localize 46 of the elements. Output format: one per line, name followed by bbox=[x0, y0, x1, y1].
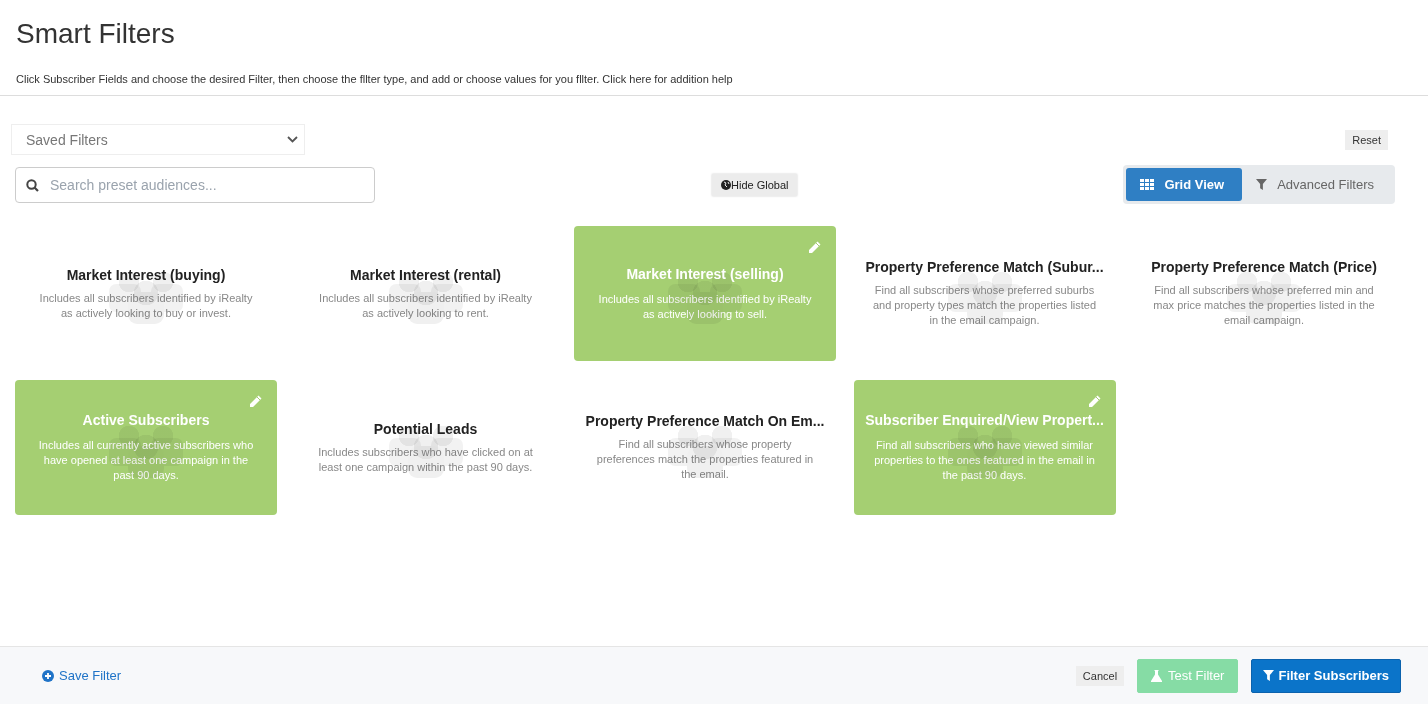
card-description: Includes all currently active subscribers who have opened at least one campaign in the past 90 days. bbox=[37, 438, 255, 483]
hide-global-button[interactable]: Hide Global bbox=[712, 173, 798, 196]
pencil-icon[interactable] bbox=[248, 394, 263, 409]
filter-card[interactable]: Potential Leads Includes subscribers who have clicked on at least one campaign within the past 90 days. bbox=[294, 380, 557, 515]
card-title: Potential Leads bbox=[373, 420, 478, 437]
filter-icon bbox=[1256, 179, 1268, 190]
card-title: Subscriber Enquired/View Propert... bbox=[865, 412, 1104, 428]
filter-card[interactable]: Property Preference Match (Price) Find all subscribers whose preferred min and max price matches the properties listed in the email campaign. bbox=[1133, 226, 1395, 361]
card-description: Find all subscribers who have viewed similar properties to the ones featured in the email in the past 90 days. bbox=[873, 438, 1096, 483]
chevron-down-icon bbox=[287, 136, 298, 143]
pencil-icon[interactable] bbox=[807, 240, 822, 255]
search-icon bbox=[26, 178, 39, 192]
card-title: Property Preference Match (Subur... bbox=[865, 259, 1104, 275]
card-title: Active Subscribers bbox=[82, 412, 210, 428]
pencil-icon[interactable] bbox=[1086, 394, 1102, 409]
filter-card[interactable]: Market Interest (buying) Includes all subscribers identified by iRealty as actively looking to buy or invest. bbox=[15, 226, 277, 361]
card-description: Find all subscribers whose preferred min and max price matches the properties listed in the email campaign. bbox=[1152, 283, 1376, 328]
card-description: Includes all subscribers identified by iRealty as actively looking to buy or invest. bbox=[38, 290, 254, 321]
card-title: Market Interest (selling) bbox=[626, 265, 784, 282]
card-description: Find all subscribers whose preferred suburbs and property types match the properties listed in the email campaign. bbox=[871, 283, 1098, 328]
card-description: Find all subscribers whose property preferences match the properties featured in the email. bbox=[595, 437, 815, 482]
page-title: Smart Filters bbox=[16, 18, 176, 50]
reset-button[interactable]: Reset bbox=[1345, 129, 1388, 150]
view-tab[interactable]: Grid View bbox=[1126, 168, 1243, 201]
filter-card[interactable]: Property Preference Match On Em... Find all subscribers whose property preferences match the properties featured in the email. bbox=[574, 380, 836, 515]
card-title: Property Preference Match On Em... bbox=[585, 413, 825, 429]
card-title: Market Interest (rental) bbox=[350, 266, 501, 283]
card-description: Includes subscribers who have clicked on at least one campaign within the past 90 days. bbox=[317, 444, 534, 475]
help-text: Click Subscriber Fields and choose the desired Filter, then choose the fllter type, and add or choose values for you fllter. Click here for addition help bbox=[16, 73, 734, 85]
saved-filters-dropdown[interactable]: Saved Filters bbox=[11, 124, 305, 155]
filter-icon bbox=[1263, 670, 1275, 681]
card-title: Property Preference Match (Price) bbox=[1151, 259, 1377, 275]
filter-subscribers-button[interactable]: Filter Subscribers bbox=[1251, 658, 1401, 693]
search-field[interactable]: Search preset audiences... bbox=[15, 166, 375, 203]
grid-icon bbox=[1140, 179, 1155, 190]
globe-icon bbox=[721, 179, 731, 190]
card-title: Market Interest (buying) bbox=[66, 266, 226, 283]
filter-card[interactable]: Market Interest (rental) Includes all subscribers identified by iRealty as actively looking to rent. bbox=[294, 226, 557, 361]
save-filter-link[interactable]: Save Filter bbox=[42, 668, 122, 683]
view-tab[interactable]: Advanced Filters bbox=[1242, 168, 1392, 201]
filter-card[interactable]: Property Preference Match (Subur... Find all subscribers whose preferred suburbs and property types match the properties listed in the email campaign. bbox=[853, 226, 1116, 361]
card-description: Includes all subscribers identified by iRealty as actively looking to sell. bbox=[597, 291, 813, 322]
plus-circle-icon bbox=[42, 669, 54, 682]
card-description: Includes all subscribers identified by iRealty as actively looking to rent. bbox=[318, 290, 533, 321]
flask-icon bbox=[1151, 669, 1163, 682]
cancel-button[interactable]: Cancel bbox=[1075, 665, 1125, 686]
